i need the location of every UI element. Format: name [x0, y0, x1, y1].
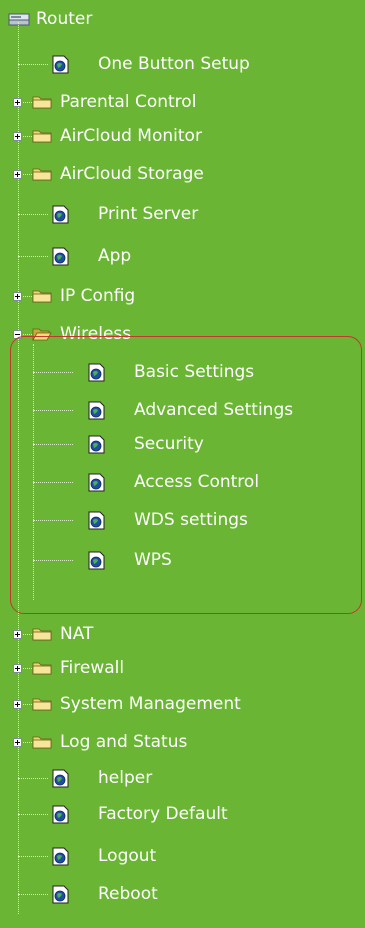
tree-item-one-button-setup[interactable]: One Button Setup	[0, 50, 365, 78]
tree-item-aircloud-storage[interactable]: AirCloud Storage	[0, 160, 365, 188]
folder-icon	[32, 660, 52, 676]
tree-item-label: Print Server	[98, 204, 199, 224]
tree-item-firewall[interactable]: Firewall	[0, 654, 365, 682]
tree-item-label: Reboot	[98, 884, 158, 904]
tree-item-label: AirCloud Monitor	[60, 126, 202, 146]
tree-item-app[interactable]: App	[0, 242, 365, 270]
folder-icon	[32, 94, 52, 110]
tree-item-label: helper	[98, 768, 153, 788]
page-icon	[52, 205, 69, 224]
tree-item-nat[interactable]: NAT	[0, 620, 365, 648]
tree-connector	[18, 778, 48, 779]
page-icon	[52, 885, 69, 904]
tree-item-aircloud-monitor[interactable]: AirCloud Monitor	[0, 122, 365, 150]
page-icon	[52, 55, 69, 74]
expand-icon[interactable]	[13, 292, 22, 301]
tree-connector	[18, 256, 48, 257]
tree-connector	[18, 894, 48, 895]
folder-icon	[32, 696, 52, 712]
page-icon	[52, 805, 69, 824]
tree-item-label: Parental Control	[60, 92, 197, 112]
tree-item-label: NAT	[60, 624, 94, 644]
tree-item-label: System Management	[60, 694, 241, 714]
tree-item-system-management[interactable]: System Management	[0, 690, 365, 718]
folder-icon	[32, 734, 52, 750]
expand-icon[interactable]	[13, 98, 22, 107]
page-icon	[52, 769, 69, 788]
folder-icon	[32, 128, 52, 144]
tree-item-helper[interactable]: helper	[0, 764, 365, 792]
tree-item-factory-default[interactable]: Factory Default	[0, 800, 365, 828]
tree-item-label: App	[98, 246, 132, 266]
expand-icon[interactable]	[13, 170, 22, 179]
folder-icon	[32, 626, 52, 642]
tree-item-print-server[interactable]: Print Server	[0, 200, 365, 228]
expand-icon[interactable]	[13, 700, 22, 709]
tree-item-label: Factory Default	[98, 804, 228, 824]
tree-item-log-and-status[interactable]: Log and Status	[0, 728, 365, 756]
page-icon	[52, 847, 69, 866]
tree-connector	[18, 64, 48, 65]
folder-icon	[32, 288, 52, 304]
tree-item-label: Log and Status	[60, 732, 188, 752]
tree-root-label: Router	[36, 9, 93, 29]
tree-connector	[18, 814, 48, 815]
expand-icon[interactable]	[13, 738, 22, 747]
tree-item-label: Logout	[98, 846, 157, 866]
wireless-section-highlight	[10, 336, 362, 614]
tree-connector	[18, 856, 48, 857]
tree-root-router[interactable]: Router	[8, 5, 92, 33]
tree-item-reboot[interactable]: Reboot	[0, 880, 365, 908]
tree-item-label: Firewall	[60, 658, 125, 678]
folder-icon	[32, 166, 52, 182]
expand-icon[interactable]	[13, 132, 22, 141]
nav-tree: Router One Button Setup Parental Control A…	[0, 0, 365, 928]
tree-item-parental-control[interactable]: Parental Control	[0, 88, 365, 116]
tree-item-label: AirCloud Storage	[60, 164, 204, 184]
expand-icon[interactable]	[13, 664, 22, 673]
expand-icon[interactable]	[13, 630, 22, 639]
tree-item-ip-config[interactable]: IP Config	[0, 282, 365, 310]
router-icon	[8, 13, 30, 26]
page-icon	[52, 247, 69, 266]
tree-item-label: IP Config	[60, 286, 136, 306]
tree-connector	[18, 214, 48, 215]
tree-item-logout[interactable]: Logout	[0, 842, 365, 870]
tree-item-label: One Button Setup	[98, 54, 250, 74]
